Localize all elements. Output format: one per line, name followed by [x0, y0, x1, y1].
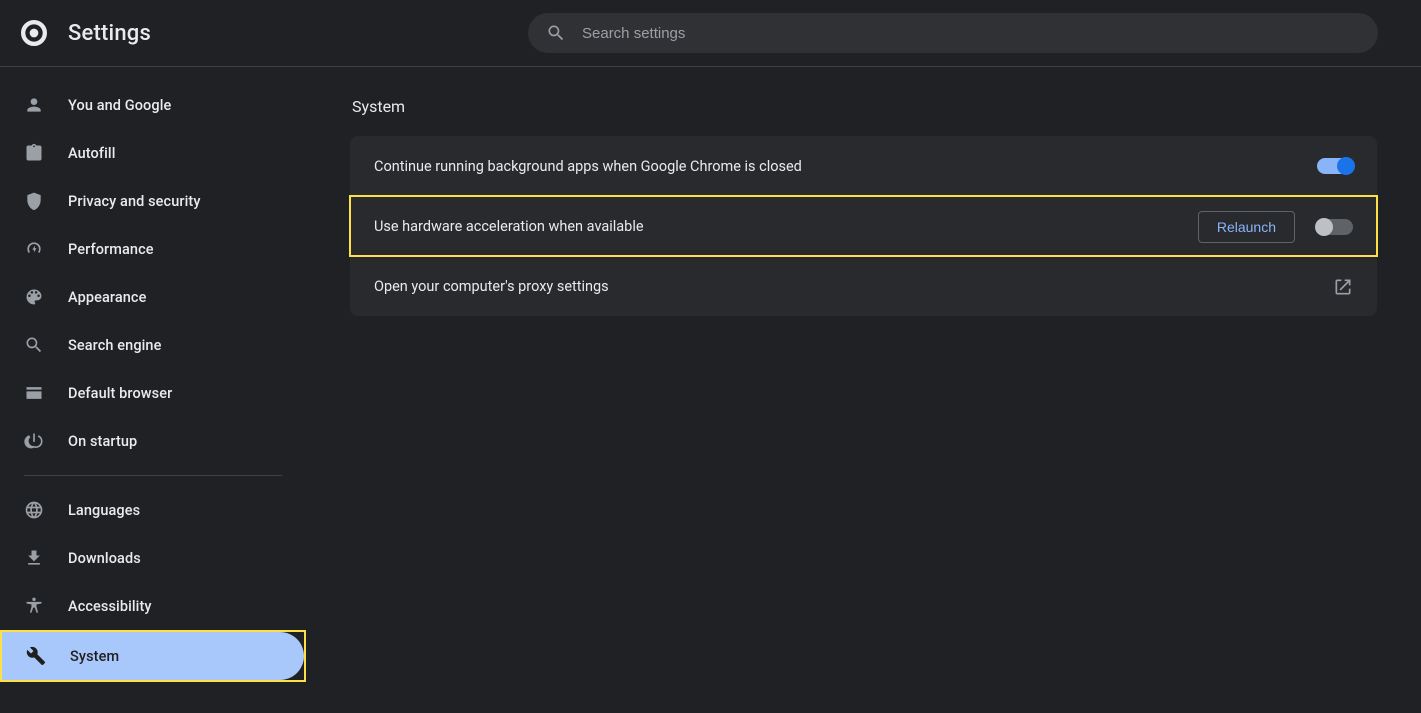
palette-icon [24, 287, 44, 307]
download-icon [24, 548, 44, 568]
sidebar-item-you-and-google[interactable]: You and Google [0, 81, 306, 129]
clipboard-icon [24, 143, 44, 163]
sidebar: You and Google Autofill Privacy and secu… [0, 67, 306, 713]
header: Settings [0, 0, 1421, 67]
sidebar-item-label: On startup [68, 433, 137, 450]
sidebar-item-label: Accessibility [68, 598, 152, 615]
wrench-icon [26, 646, 46, 666]
search-icon [546, 23, 566, 43]
sidebar-item-label: Default browser [68, 385, 172, 402]
page-title: Settings [68, 21, 151, 46]
sidebar-item-label: Privacy and security [68, 193, 201, 210]
person-icon [24, 95, 44, 115]
sidebar-item-label: Languages [68, 502, 140, 519]
sidebar-item-label: Downloads [68, 550, 141, 567]
browser-icon [24, 383, 44, 403]
sidebar-item-search-engine[interactable]: Search engine [0, 321, 306, 369]
open-external-icon [1333, 277, 1353, 297]
search-icon [24, 335, 44, 355]
relaunch-button[interactable]: Relaunch [1198, 211, 1295, 243]
speedometer-icon [24, 239, 44, 259]
sidebar-item-appearance[interactable]: Appearance [0, 273, 306, 321]
toggle-hardware-acceleration[interactable] [1317, 219, 1353, 235]
sidebar-item-downloads[interactable]: Downloads [0, 534, 306, 582]
sidebar-item-label: Performance [68, 241, 154, 258]
system-settings-card: Continue running background apps when Go… [350, 136, 1377, 316]
sidebar-item-privacy-and-security[interactable]: Privacy and security [0, 177, 306, 225]
sidebar-item-label: Search engine [68, 337, 161, 354]
section-title: System [352, 97, 1377, 116]
search-settings[interactable] [528, 13, 1378, 53]
chrome-logo-icon [20, 19, 48, 47]
sidebar-item-languages[interactable]: Languages [0, 486, 306, 534]
main-content: System Continue running background apps … [306, 67, 1421, 713]
accessibility-icon [24, 596, 44, 616]
row-proxy-settings[interactable]: Open your computer's proxy settings [350, 256, 1377, 316]
sidebar-item-label: You and Google [68, 97, 171, 114]
power-icon [24, 431, 44, 451]
sidebar-item-label: Appearance [68, 289, 146, 306]
sidebar-item-default-browser[interactable]: Default browser [0, 369, 306, 417]
sidebar-item-autofill[interactable]: Autofill [0, 129, 306, 177]
row-label: Open your computer's proxy settings [374, 278, 609, 295]
row-label: Use hardware acceleration when available [374, 218, 644, 235]
toggle-background-apps[interactable] [1317, 158, 1353, 174]
shield-icon [24, 191, 44, 211]
row-background-apps: Continue running background apps when Go… [350, 136, 1377, 196]
sidebar-divider [24, 475, 282, 476]
sidebar-highlight-system: System [0, 630, 306, 682]
sidebar-item-label: Autofill [68, 145, 116, 162]
search-input[interactable] [582, 25, 1360, 42]
sidebar-item-system[interactable]: System [2, 632, 304, 680]
row-hardware-acceleration: Use hardware acceleration when available… [350, 196, 1377, 256]
sidebar-item-label: System [70, 648, 119, 665]
sidebar-item-accessibility[interactable]: Accessibility [0, 582, 306, 630]
globe-icon [24, 500, 44, 520]
sidebar-item-on-startup[interactable]: On startup [0, 417, 306, 465]
sidebar-item-performance[interactable]: Performance [0, 225, 306, 273]
row-label: Continue running background apps when Go… [374, 158, 802, 175]
